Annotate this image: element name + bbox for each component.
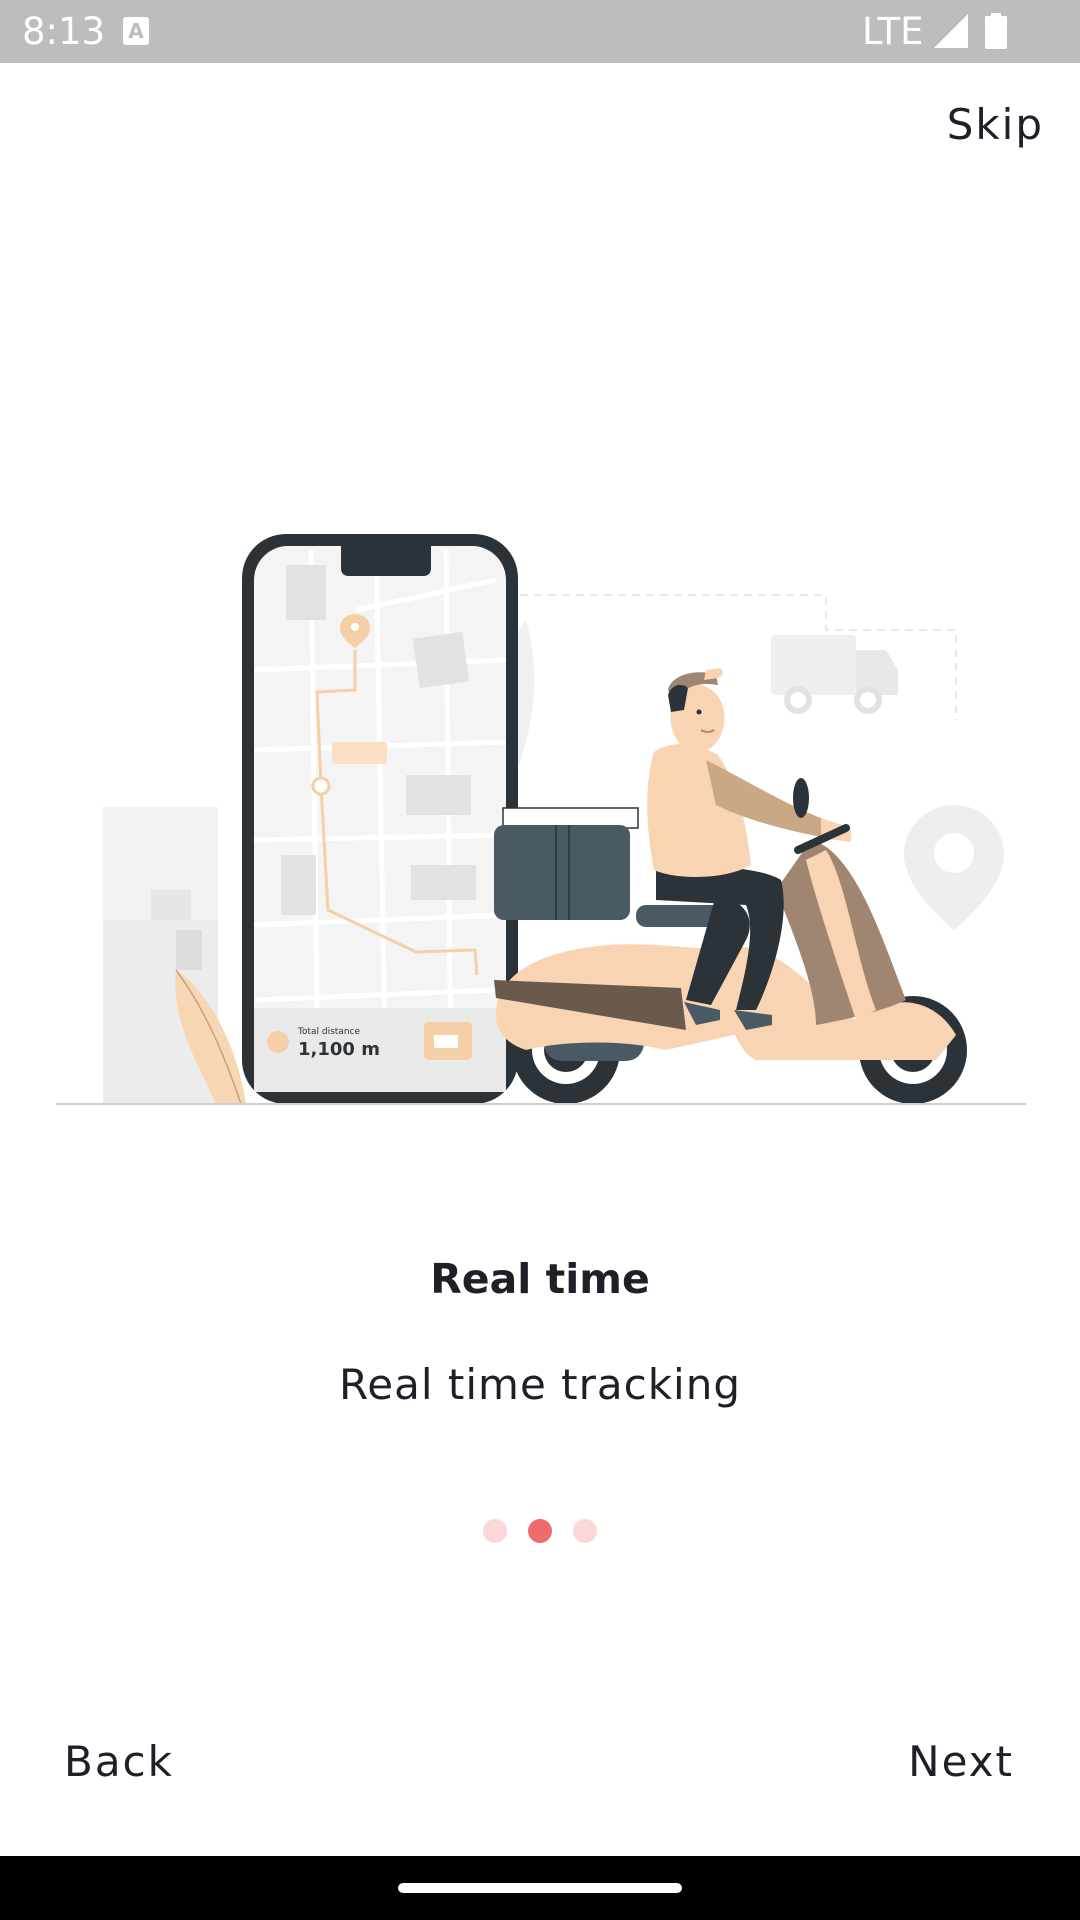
- page-indicator: [0, 1519, 1080, 1543]
- delivery-scooter-illustration: Total distance 1,100 m: [56, 534, 1026, 1105]
- battery-icon: [985, 13, 1007, 49]
- card-label: Total distance: [297, 1027, 360, 1037]
- signal-icon: [934, 14, 968, 48]
- home-indicator[interactable]: [398, 1883, 682, 1893]
- next-button[interactable]: Next: [908, 1737, 1014, 1786]
- status-bar: 8:13 A LTE: [0, 0, 1080, 63]
- network-type: LTE: [862, 10, 924, 53]
- status-time: 8:13: [22, 10, 106, 53]
- onboarding-subtitle: Real time tracking: [339, 1360, 741, 1409]
- page-indicator-dot-3[interactable]: [573, 1519, 597, 1543]
- page-indicator-dot-1[interactable]: [483, 1519, 507, 1543]
- back-button[interactable]: Back: [64, 1737, 174, 1786]
- system-navigation-bar: [0, 1856, 1080, 1920]
- skip-button[interactable]: Skip: [947, 100, 1044, 149]
- notification-icon: A: [123, 17, 149, 45]
- card-value: 1,100 m: [298, 1039, 380, 1060]
- page-indicator-dot-2-active[interactable]: [528, 1519, 552, 1543]
- onboarding-title: Real time: [430, 1255, 650, 1303]
